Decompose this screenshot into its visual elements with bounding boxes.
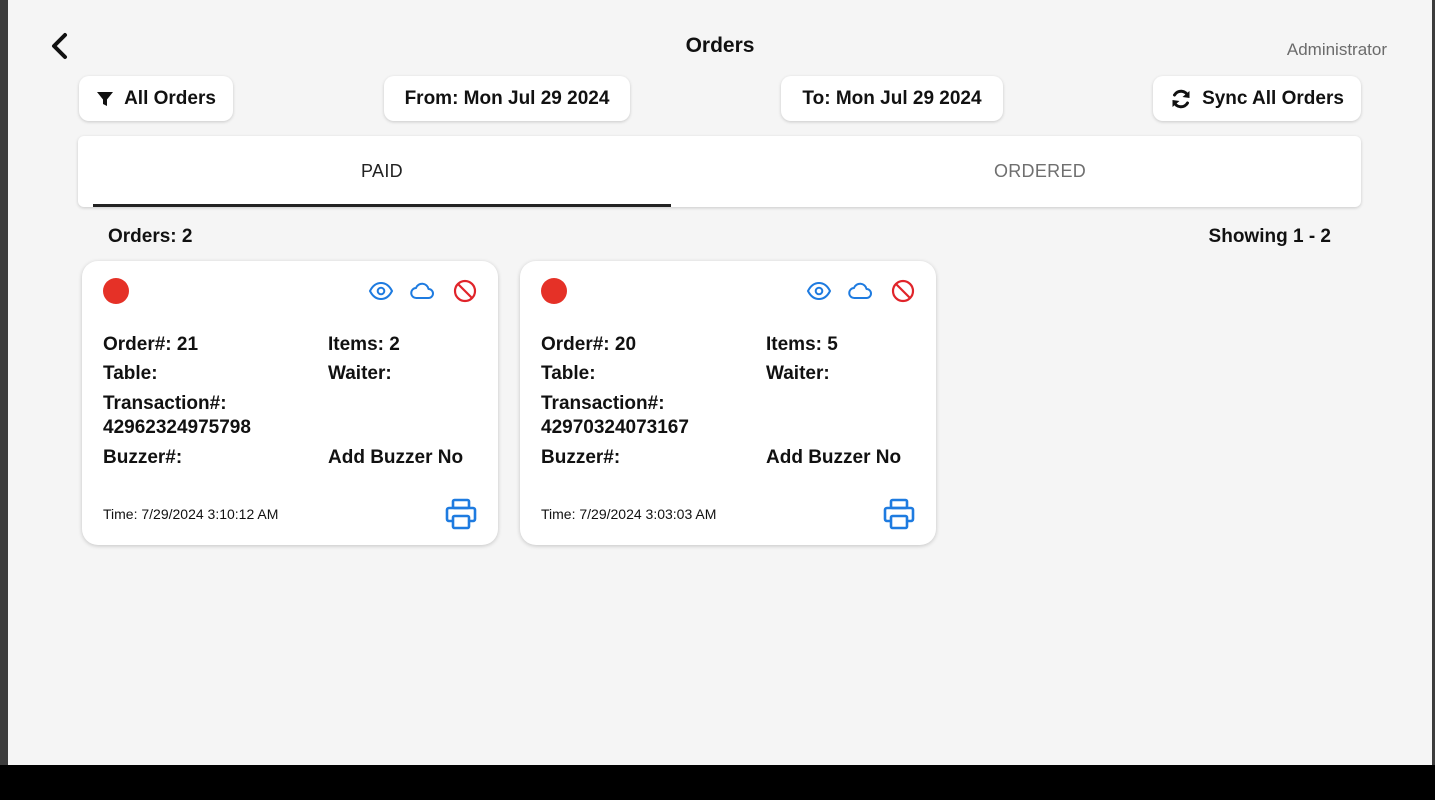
transaction-label: Transaction#: (541, 393, 665, 414)
printer-icon[interactable] (444, 497, 478, 531)
transaction-label: Transaction#: (103, 393, 227, 414)
orders-count: Orders: 2 (108, 226, 193, 247)
active-tab-indicator (93, 204, 671, 207)
add-buzzer-button[interactable]: Add Buzzer No (328, 446, 463, 470)
waiter-label: Waiter: (328, 363, 392, 384)
sync-all-orders-button[interactable]: Sync All Orders (1153, 76, 1361, 121)
orders-screen: Orders Administrator All Orders From: Mo… (8, 0, 1432, 766)
sync-label: Sync All Orders (1202, 87, 1344, 109)
table-label: Table: (103, 363, 158, 384)
status-dot (541, 278, 567, 304)
waiter-label: Waiter: (766, 363, 830, 384)
order-number: Order#: 20 (541, 334, 637, 355)
showing-range: Showing 1 - 2 (1208, 226, 1331, 247)
order-card[interactable]: Order#: 21 Items: 2 Table: Waiter: Trans… (82, 261, 498, 545)
cancel-icon[interactable] (890, 278, 916, 304)
table-label: Table: (541, 363, 596, 384)
add-buzzer-button[interactable]: Add Buzzer No (766, 446, 901, 470)
eye-icon[interactable] (806, 278, 832, 304)
tab-ordered[interactable]: ORDERED (751, 136, 1329, 207)
order-time: Time: 7/29/2024 3:03:03 AM (541, 506, 717, 522)
order-card[interactable]: Order#: 20 Items: 5 Table: Waiter: Trans… (520, 261, 936, 545)
all-orders-filter-button[interactable]: All Orders (79, 76, 233, 121)
system-navigation-bar (0, 765, 1435, 800)
eye-icon[interactable] (368, 278, 394, 304)
cloud-icon[interactable] (847, 278, 873, 304)
buzzer-label: Buzzer#: (103, 447, 183, 468)
sync-icon (1172, 89, 1190, 108)
from-date-label: From: Mon Jul 29 2024 (404, 87, 610, 109)
order-time: Time: 7/29/2024 3:10:12 AM (103, 506, 279, 522)
order-status-tabs: PAID ORDERED (78, 136, 1361, 207)
buzzer-label: Buzzer#: (541, 447, 621, 468)
cancel-icon[interactable] (452, 278, 478, 304)
to-date-button[interactable]: To: Mon Jul 29 2024 (781, 76, 1003, 121)
order-number: Order#: 21 (103, 334, 199, 355)
transaction-number: 42962324975798 (103, 417, 251, 438)
items-count: Items: 2 (328, 334, 400, 355)
filter-icon (97, 91, 114, 106)
transaction-number: 42970324073167 (541, 417, 689, 438)
page-title: Orders (685, 34, 755, 57)
filter-label: All Orders (124, 87, 216, 109)
cloud-icon[interactable] (409, 278, 435, 304)
items-count: Items: 5 (766, 334, 838, 355)
printer-icon[interactable] (882, 497, 916, 531)
to-date-label: To: Mon Jul 29 2024 (802, 87, 982, 109)
from-date-button[interactable]: From: Mon Jul 29 2024 (384, 76, 630, 121)
tab-paid[interactable]: PAID (93, 136, 671, 207)
status-dot (103, 278, 129, 304)
user-role-label: Administrator (1286, 40, 1387, 59)
